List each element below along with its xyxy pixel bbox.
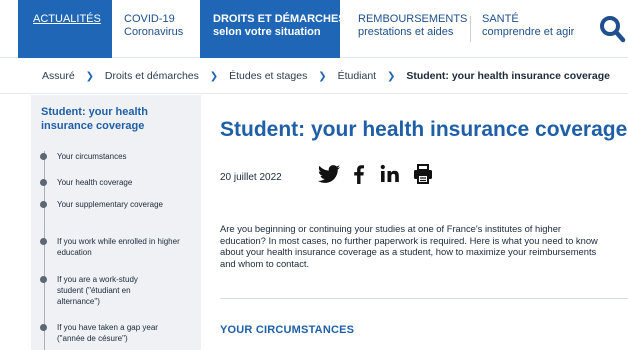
sidebar-item-work-while-enrolled[interactable]: If you work while enrolled in higher edu… <box>40 236 185 258</box>
sidebar-item-label: If you work while enrolled in higher edu… <box>57 237 180 257</box>
nav-remboursements-sublabel: prestations et aides <box>358 26 454 38</box>
intro-line: and whom to contact. <box>220 257 310 269</box>
sidebar-title[interactable]: Student: your health insurance coverage <box>41 105 191 133</box>
intro-line: education? In most cases, no further pap… <box>220 234 598 246</box>
print-icon <box>414 164 432 184</box>
bullet-icon <box>40 238 47 245</box>
chevron-right-icon: ❯ <box>318 71 327 82</box>
sidebar-table-of-contents: Student: your health insurance coverage … <box>31 95 201 350</box>
bullet-icon <box>40 324 47 331</box>
intro-line: about your health insurance coverage as … <box>220 246 597 258</box>
sidebar-item-supplementary-coverage[interactable]: Your supplementary coverage <box>40 199 167 210</box>
breadcrumb-etudes-et-stages[interactable]: Études et stages <box>229 70 307 82</box>
nav-separator <box>470 16 471 42</box>
chevron-right-icon: ❯ <box>387 71 396 82</box>
divider <box>220 298 628 299</box>
section-title-circumstances: YOUR CIRCUMSTANCES <box>220 324 355 336</box>
share-linkedin-button[interactable] <box>377 162 403 186</box>
breadcrumb-assure[interactable]: Assuré <box>42 70 75 82</box>
sidebar-item-health-coverage[interactable]: Your health coverage <box>40 177 193 188</box>
publication-date: 20 juillet 2022 <box>220 172 282 183</box>
nav-droits-label: DROITS ET DÉMARCHES <box>213 13 346 25</box>
nav-actualites[interactable]: ACTUALITÉS <box>18 0 112 58</box>
breadcrumb-etudiant[interactable]: Étudiant <box>338 70 377 82</box>
nav-covid-sublabel: Coronavirus <box>124 26 184 38</box>
sidebar-item-work-study[interactable]: If you are a work-study student ("étudia… <box>40 274 157 307</box>
nav-covid[interactable]: COVID-19 Coronavirus <box>124 0 183 58</box>
nav-sante-sublabel: comprendre et agir <box>482 26 575 38</box>
sidebar-item-label: Your circumstances <box>57 152 127 161</box>
search-button[interactable] <box>598 12 628 46</box>
sidebar-item-label: Your health coverage <box>57 178 133 187</box>
nav-remboursements[interactable]: REMBOURSEMENTS prestations et aides <box>358 0 467 58</box>
breadcrumb: Assuré ❯ Droits et démarches ❯ Études et… <box>0 58 628 94</box>
linkedin-icon <box>380 164 399 182</box>
twitter-icon <box>318 165 340 183</box>
intro-line: Are you beginning or continuing your stu… <box>220 223 562 234</box>
nav-actualites-label: ACTUALITÉS <box>33 13 101 25</box>
bullet-icon <box>40 153 47 160</box>
nav-sante-label: SANTÉ <box>482 13 519 25</box>
chevron-right-icon: ❯ <box>85 71 94 82</box>
article-intro: Are you beginning or continuing your stu… <box>220 223 628 269</box>
print-button[interactable] <box>410 162 436 186</box>
nav-remboursements-label: REMBOURSEMENTS <box>358 13 468 25</box>
breadcrumb-current: Student: your health insurance coverage <box>406 70 610 82</box>
nav-droits-sublabel: selon votre situation <box>213 26 321 38</box>
sidebar-item-label: If you have taken a gap year ("année de … <box>57 323 158 343</box>
chevron-right-icon: ❯ <box>209 71 219 82</box>
share-facebook-button[interactable] <box>346 162 372 186</box>
nav-droits-et-demarches[interactable]: DROITS ET DÉMARCHES selon votre situatio… <box>200 0 346 58</box>
sidebar-item-label: If you are a work-study student ("étudia… <box>57 275 138 306</box>
breadcrumb-droits-et-demarches[interactable]: Droits et démarches <box>105 70 199 82</box>
facebook-icon <box>354 165 364 184</box>
sidebar-item-circumstances[interactable]: Your circumstances <box>40 151 193 162</box>
nav-sante[interactable]: SANTÉ comprendre et agir <box>482 0 574 58</box>
search-icon <box>600 16 626 43</box>
bullet-icon <box>40 179 47 186</box>
nav-covid-label: COVID-19 <box>124 13 175 25</box>
sidebar-item-gap-year[interactable]: If you have taken a gap year ("année de … <box>40 322 167 344</box>
article: Student: your health insurance coverage … <box>220 95 628 350</box>
top-navigation: ACTUALITÉS COVID-19 Coronavirus DROITS E… <box>0 0 628 58</box>
sidebar-item-label: Your supplementary coverage <box>57 200 163 209</box>
bullet-icon <box>40 276 47 283</box>
bullet-icon <box>40 201 47 208</box>
share-twitter-button[interactable] <box>316 162 342 186</box>
page-title: Student: your health insurance coverage <box>220 118 628 141</box>
page: ACTUALITÉS COVID-19 Coronavirus DROITS E… <box>0 0 628 350</box>
